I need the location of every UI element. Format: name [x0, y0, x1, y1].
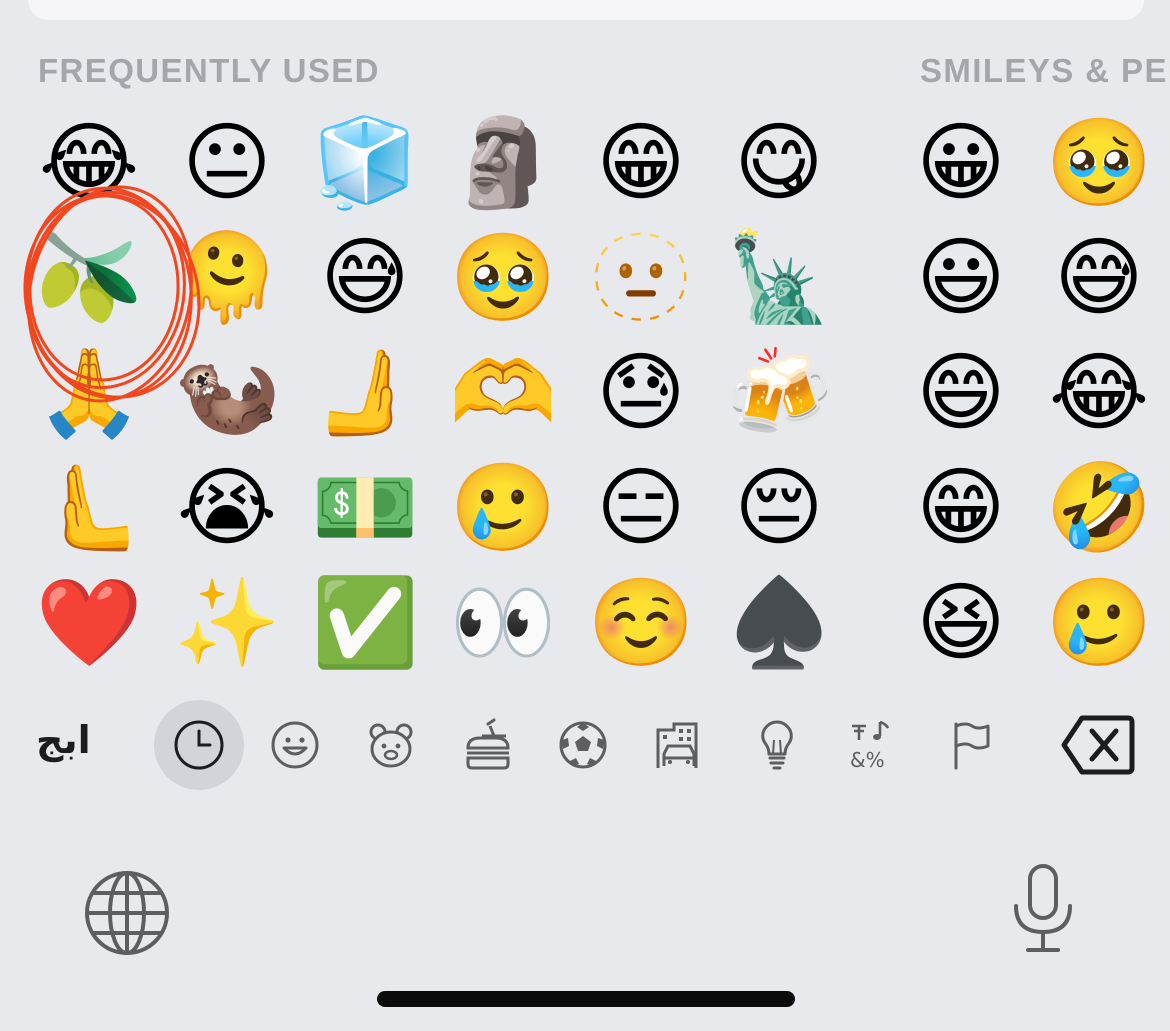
- emoji-key[interactable]: 🫸: [296, 335, 434, 450]
- emoji-key[interactable]: ❤️: [20, 565, 158, 680]
- delete-key[interactable]: [1060, 712, 1136, 778]
- abc-keyboard-key[interactable]: ابج: [36, 718, 91, 762]
- category-smileys[interactable]: [250, 700, 340, 790]
- search-field[interactable]: [28, 0, 1144, 20]
- emoji-key[interactable]: 😔: [710, 450, 848, 565]
- globe-key[interactable]: [80, 866, 174, 960]
- emoji-key[interactable]: 🫶: [434, 335, 572, 450]
- animal-icon: [369, 723, 413, 768]
- emoji-key[interactable]: 😂: [1030, 335, 1168, 450]
- emoji-key[interactable]: 🤣: [1030, 450, 1168, 565]
- emoji-key[interactable]: 🥲: [1030, 565, 1168, 680]
- emoji-key[interactable]: 😐: [158, 105, 296, 220]
- smileys-people-grid: 😀 🥹 😃 😅 😄 😂 😁 🤣 😆 🥲: [892, 105, 1168, 680]
- category-animals[interactable]: [346, 700, 436, 790]
- category-flags[interactable]: [926, 700, 1016, 790]
- emoji-key[interactable]: 🥲: [434, 450, 572, 565]
- emoji-key[interactable]: 😀: [892, 105, 1030, 220]
- emoji-key[interactable]: 😅: [1030, 220, 1168, 335]
- category-food[interactable]: [442, 700, 532, 790]
- emoji-key[interactable]: 🧊: [296, 105, 434, 220]
- category-recent[interactable]: [154, 700, 244, 790]
- emoji-key[interactable]: 🗽: [710, 220, 848, 335]
- emoji-key[interactable]: 💵: [296, 450, 434, 565]
- emoji-key[interactable]: 🫒: [20, 220, 158, 335]
- delete-icon: [1061, 715, 1135, 775]
- emoji-key[interactable]: 😋: [710, 105, 848, 220]
- emoji-key[interactable]: 🦦: [158, 335, 296, 450]
- emoji-key[interactable]: 👀: [434, 565, 572, 680]
- emoji-key[interactable]: 🥹: [1030, 105, 1168, 220]
- emoji-key[interactable]: 🍻: [710, 335, 848, 450]
- symbols-icon: &%: [850, 720, 890, 772]
- emoji-key[interactable]: 😃: [892, 220, 1030, 335]
- home-indicator: [377, 991, 795, 1007]
- soccer-ball-icon: [559, 721, 607, 769]
- emoji-key[interactable]: 😭: [158, 450, 296, 565]
- emoji-key[interactable]: 😂: [20, 105, 158, 220]
- emoji-key[interactable]: 😆: [892, 565, 1030, 680]
- emoji-key[interactable]: 🫠: [158, 220, 296, 335]
- frequently-used-grid: 😂 😐 🧊 🗿 😁 😋 🫒 🫠 😅 🥹 🫥 🗽 🙏 🦦 🫸 🫶 😓 🍻 🫷 😭 💵 🥲 😑 😔 ❤️ ✨ ✅ 👀 ☺️ ♠️: [20, 105, 848, 680]
- section-title-smileys-people: SMILEYS & PE: [920, 52, 1168, 89]
- buildings-icon: [656, 722, 698, 768]
- category-symbols[interactable]: &%: [828, 700, 918, 790]
- emoji-key[interactable]: 🗿: [434, 105, 572, 220]
- section-title-frequently-used: FREQUENTLY USED: [38, 52, 380, 89]
- emoji-key[interactable]: 😁: [572, 105, 710, 220]
- emoji-key[interactable]: 😓: [572, 335, 710, 450]
- category-objects[interactable]: [732, 700, 822, 790]
- category-activity[interactable]: [538, 700, 628, 790]
- emoji-key[interactable]: ✨: [158, 565, 296, 680]
- emoji-key[interactable]: 🙏: [20, 335, 158, 450]
- emoji-category-bar: ابج &%: [0, 700, 1170, 792]
- smiley-icon: [271, 721, 319, 769]
- emoji-key[interactable]: 😁: [892, 450, 1030, 565]
- svg-text:&%: &%: [850, 748, 885, 772]
- globe-icon: [85, 871, 169, 955]
- emoji-key[interactable]: ♠️: [710, 565, 848, 680]
- dictation-key[interactable]: [1008, 862, 1078, 956]
- emoji-key[interactable]: 😅: [296, 220, 434, 335]
- emoji-key[interactable]: 🥹: [434, 220, 572, 335]
- category-travel[interactable]: [634, 700, 724, 790]
- emoji-key[interactable]: 🫥: [572, 220, 710, 335]
- food-icon: [466, 718, 510, 770]
- emoji-key[interactable]: 🫷: [20, 450, 158, 565]
- emoji-key[interactable]: ☺️: [572, 565, 710, 680]
- flag-icon: [954, 722, 990, 770]
- microphone-icon: [1014, 864, 1072, 952]
- clock-icon: [174, 720, 224, 770]
- emoji-key[interactable]: 😑: [572, 450, 710, 565]
- emoji-key[interactable]: ✅: [296, 565, 434, 680]
- emoji-key[interactable]: 😄: [892, 335, 1030, 450]
- lightbulb-icon: [761, 720, 793, 770]
